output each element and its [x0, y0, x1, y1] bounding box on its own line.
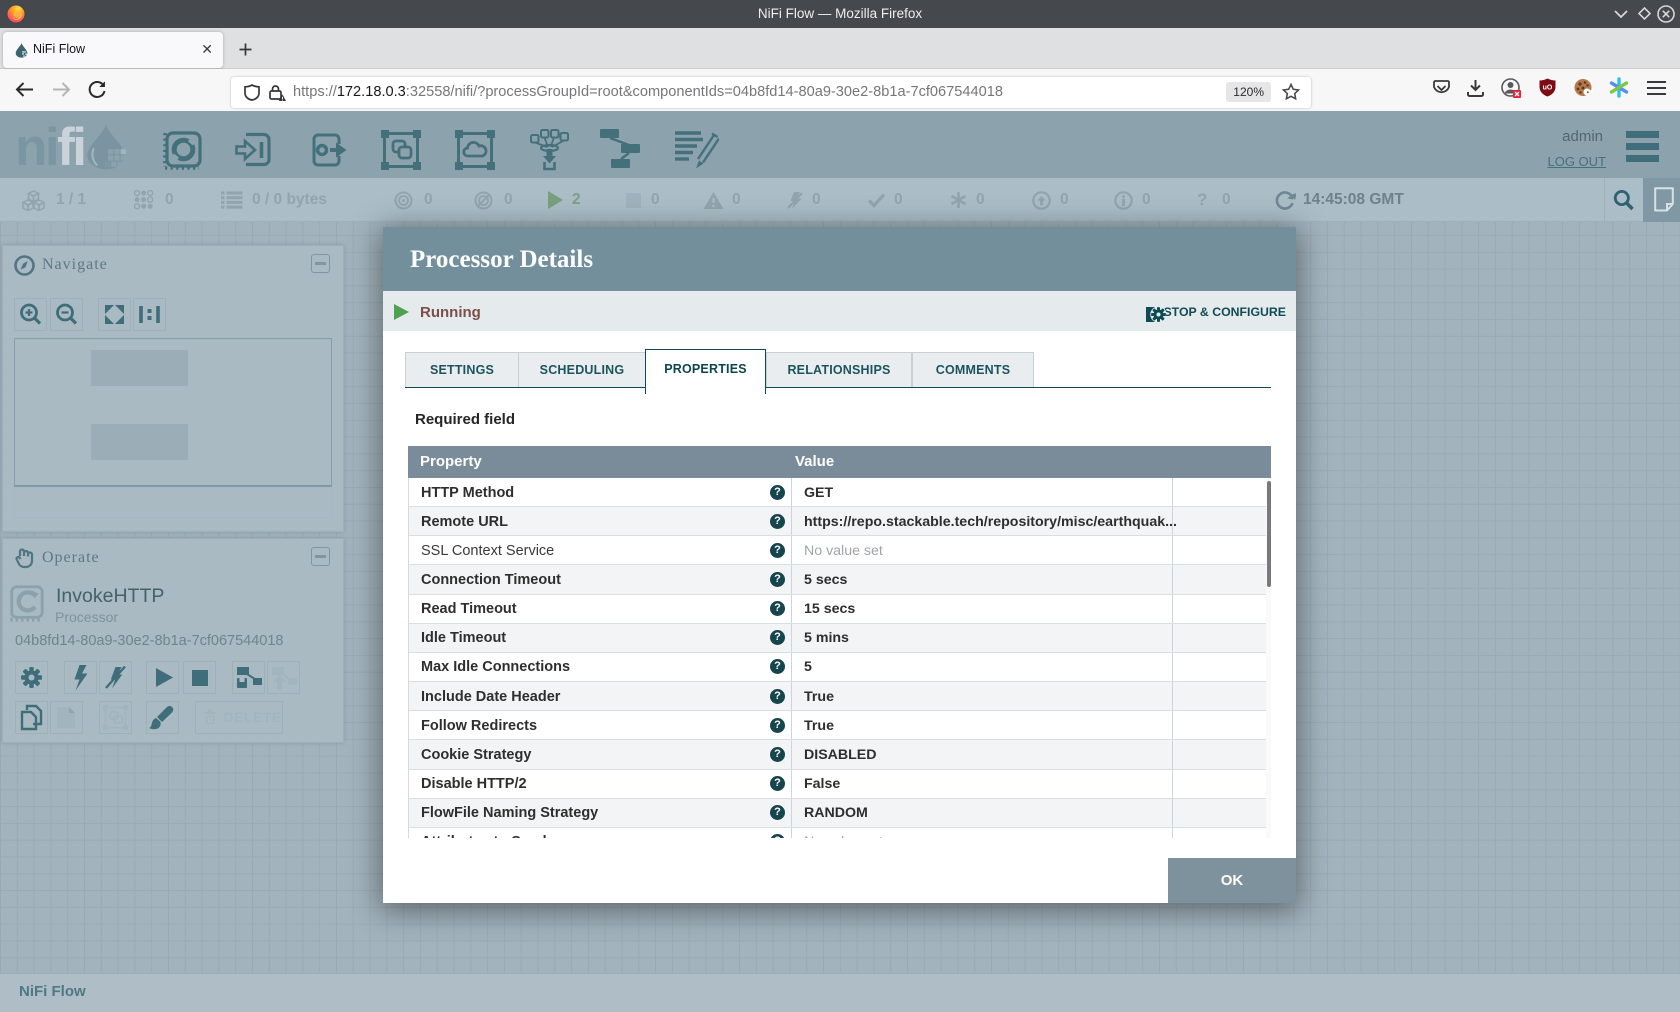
svg-text:uO: uO — [1543, 85, 1553, 92]
